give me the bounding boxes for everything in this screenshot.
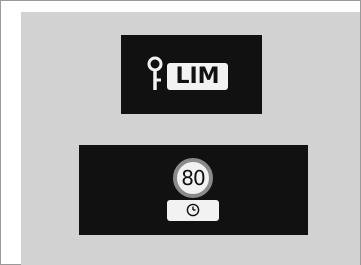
- speed-limiter-indicator: LIM: [121, 35, 262, 114]
- lim-badge: LIM: [167, 63, 228, 90]
- speed-limit-indicator: 80: [79, 145, 308, 235]
- speed-limit-value: 80: [181, 166, 205, 190]
- speed-limit-sign: 80: [173, 158, 213, 198]
- clock-icon: [186, 203, 200, 217]
- key-icon: [147, 56, 163, 90]
- speed-limiter-symbol: LIM: [145, 56, 240, 94]
- clock-badge: [167, 200, 219, 221]
